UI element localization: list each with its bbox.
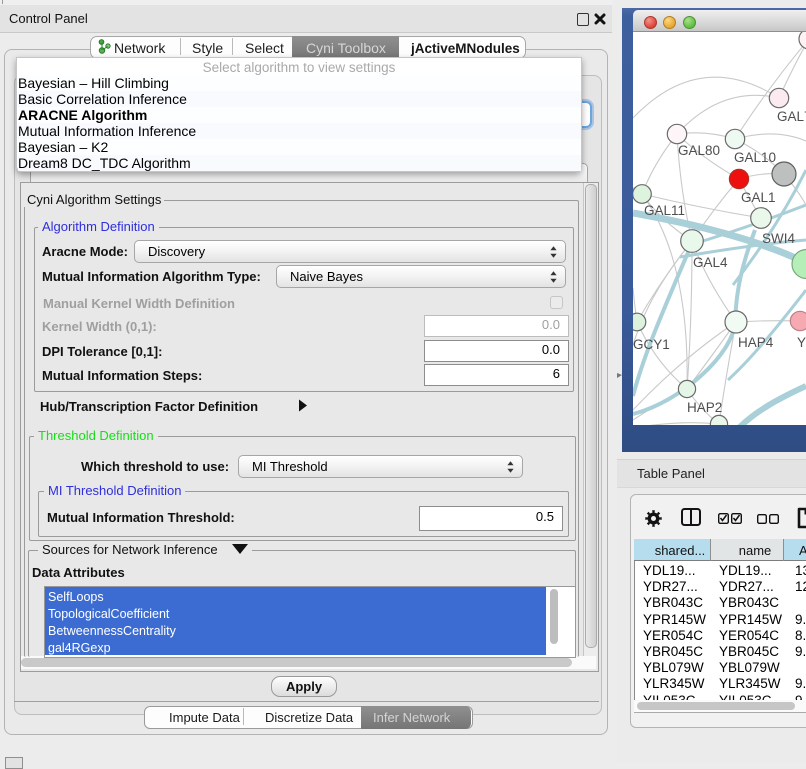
svg-text:GAL7: GAL7: [777, 109, 806, 124]
svg-text:GAL80: GAL80: [678, 143, 720, 158]
svg-text:HAP2: HAP2: [687, 400, 722, 415]
svg-text:GAL11: GAL11: [644, 203, 685, 218]
svg-text:GCY1: GCY1: [633, 337, 670, 352]
svg-text:GAL10: GAL10: [734, 150, 776, 165]
svg-text:GAL4: GAL4: [693, 255, 728, 270]
svg-text:GAL1: GAL1: [741, 190, 776, 205]
svg-text:SWI4: SWI4: [762, 231, 795, 246]
svg-text:HAP4: HAP4: [738, 335, 774, 350]
svg-text:Y: Y: [797, 335, 806, 350]
